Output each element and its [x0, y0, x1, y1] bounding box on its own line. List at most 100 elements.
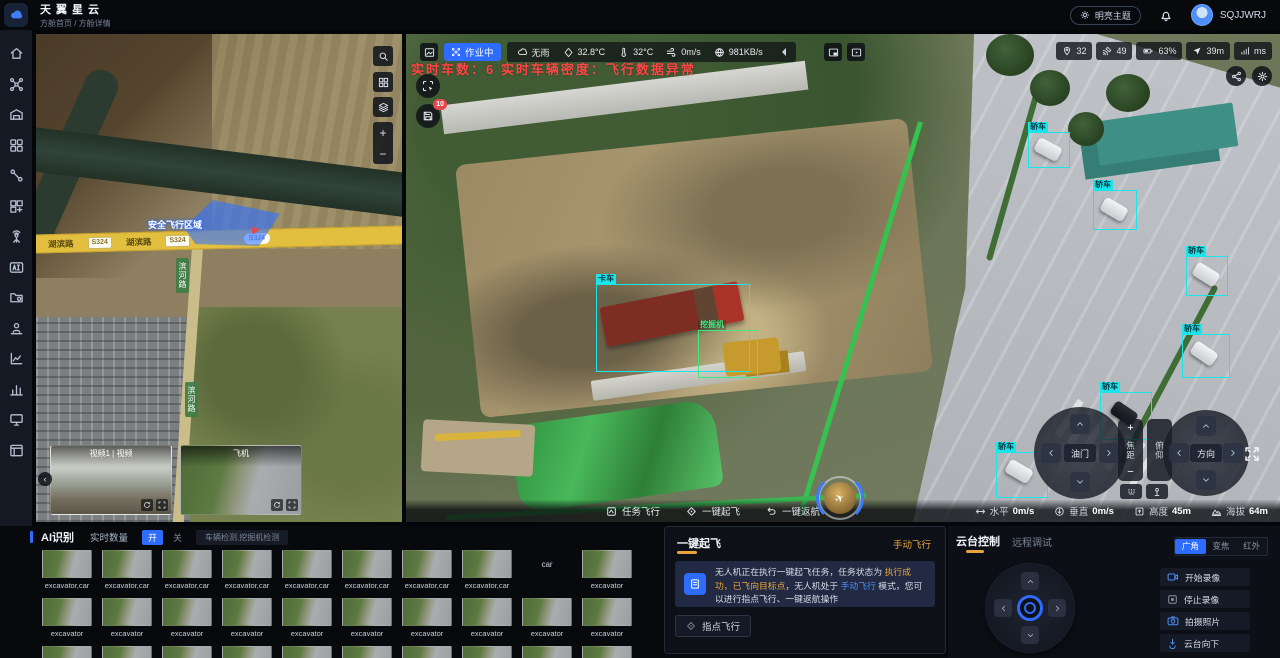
direction-dpad[interactable]: 方向: [1163, 410, 1249, 496]
pip-view-button[interactable]: [824, 43, 842, 61]
gimbal-up-button[interactable]: [1021, 572, 1039, 590]
sidebar-item-statistics[interactable]: [9, 382, 24, 397]
sidebar-item-dock[interactable]: [9, 107, 24, 122]
detection-result-item[interactable]: excavator: [162, 598, 212, 638]
sidebar-item-tasks[interactable]: [9, 351, 24, 366]
collapse-arrow-icon[interactable]: [778, 48, 786, 56]
start-record-button[interactable]: 开始录像: [1160, 568, 1250, 586]
sidebar-item-ai[interactable]: [9, 260, 24, 275]
zoom-out-button[interactable]: −: [1127, 467, 1133, 477]
toggle-on-button[interactable]: 开: [142, 530, 163, 545]
settings-button[interactable]: [1252, 66, 1272, 86]
detection-result-item[interactable]: excavator,car: [102, 550, 152, 590]
gimbal-center-button[interactable]: [1017, 595, 1043, 621]
gimbal-right-button[interactable]: [1048, 599, 1066, 617]
sidebar-item-apps[interactable]: [9, 138, 24, 153]
detection-result-item[interactable]: [102, 646, 152, 658]
saved-captures-button[interactable]: 10: [416, 104, 440, 128]
lens-wide-tab[interactable]: 广角: [1175, 539, 1206, 554]
sidebar-item-blocks[interactable]: [9, 199, 24, 214]
detection-result-item[interactable]: excavator: [42, 598, 92, 638]
map-grid-button[interactable]: [373, 72, 393, 92]
detection-result-item[interactable]: car: [522, 550, 572, 590]
sidebar-item-drone[interactable]: [9, 77, 24, 92]
user-menu[interactable]: SQJJWRJ: [1191, 4, 1266, 26]
detection-result-item[interactable]: excavator: [222, 598, 272, 638]
fullscreen-icon[interactable]: [286, 499, 298, 511]
sidebar-item-route[interactable]: [9, 168, 24, 183]
detection-result-item[interactable]: excavator: [282, 598, 332, 638]
detection-result-item[interactable]: excavator,car: [162, 550, 212, 590]
point-fly-button[interactable]: 指点飞行: [675, 615, 751, 637]
detection-result-item[interactable]: [222, 646, 272, 658]
sidebar-item-network[interactable]: [9, 229, 24, 244]
refresh-icon[interactable]: [271, 499, 283, 511]
sidebar-item-station[interactable]: [9, 321, 24, 336]
detection-result-item[interactable]: excavator: [342, 598, 392, 638]
pan-left-button[interactable]: [1169, 443, 1189, 463]
throttle-dpad[interactable]: 油门: [1034, 407, 1126, 499]
detection-result-item[interactable]: [162, 646, 212, 658]
detection-result-item[interactable]: excavator,car: [342, 550, 392, 590]
sidebar-item-files[interactable]: [9, 290, 24, 305]
drone-video-feed[interactable]: 卡车 挖掘机 轿车 轿车 轿车 轿车 轿车 轿车 作业中 无雨 32.8°C 3…: [406, 34, 1280, 522]
zoom-in-button[interactable]: +: [1127, 423, 1133, 433]
lens-zoom-tab[interactable]: 变焦: [1206, 539, 1237, 554]
sidebar-item-devices[interactable]: [9, 412, 24, 427]
throttle-down-button[interactable]: [1070, 472, 1090, 492]
one-key-takeoff-button[interactable]: 一键起飞: [686, 504, 740, 518]
joystick-button[interactable]: [1146, 484, 1168, 499]
take-photo-button[interactable]: 拍摄照片: [1160, 612, 1250, 630]
detection-result-item[interactable]: excavator,car: [402, 550, 452, 590]
fullscreen-icon[interactable]: [156, 499, 168, 511]
virtual-keys-button[interactable]: [1120, 484, 1142, 499]
detection-result-item[interactable]: excavator: [582, 598, 632, 638]
frame-capture-button[interactable]: [416, 74, 440, 98]
sidebar-item-board[interactable]: [9, 443, 24, 458]
detection-result-item[interactable]: excavator,car: [282, 550, 332, 590]
map-canvas[interactable]: 湖滨路 S324 湖滨路 S324 S324 滨河路 滨河路 安全飞行区域 + …: [36, 34, 402, 522]
notification-bell-icon[interactable]: [1159, 8, 1173, 22]
tab-remote-debug[interactable]: 远程调试: [1012, 534, 1052, 549]
pitch-up-button[interactable]: [1196, 416, 1216, 436]
breadcrumb[interactable]: 方舱首页 / 方舱详情: [40, 18, 111, 29]
detection-result-item[interactable]: excavator: [582, 550, 632, 590]
map-search-button[interactable]: [373, 46, 393, 66]
refresh-icon[interactable]: [141, 499, 153, 511]
detection-result-item[interactable]: excavator: [102, 598, 152, 638]
map-layers-button[interactable]: [373, 97, 393, 117]
detection-result-item[interactable]: [282, 646, 332, 658]
fullscreen-button[interactable]: [1244, 446, 1260, 462]
detection-result-item[interactable]: excavator,car: [222, 550, 272, 590]
return-home-button[interactable]: 一键返航: [766, 504, 820, 518]
sidebar-item-home[interactable]: [9, 46, 24, 61]
detection-result-item[interactable]: excavator: [462, 598, 512, 638]
playback-button[interactable]: [847, 43, 865, 61]
yaw-left-button[interactable]: [1041, 443, 1061, 463]
detection-filter-pill[interactable]: 车辆检测,挖掘机检测: [196, 530, 288, 545]
lens-ir-tab[interactable]: 红外: [1236, 539, 1267, 554]
zoom-slider[interactable]: + 焦距 −: [1118, 419, 1143, 481]
detection-result-item[interactable]: [42, 646, 92, 658]
detection-result-item[interactable]: excavator,car: [42, 550, 92, 590]
stop-record-button[interactable]: 停止录像: [1160, 590, 1250, 608]
mission-flight-button[interactable]: 任务飞行: [606, 504, 660, 518]
video-preview-card[interactable]: 视频1 | 视频: [50, 445, 172, 515]
toggle-off-button[interactable]: 关: [173, 531, 182, 544]
zoom-in-button[interactable]: +: [379, 126, 386, 140]
detection-result-item[interactable]: excavator: [402, 598, 452, 638]
gimbal-point-down-button[interactable]: 云台向下: [1160, 634, 1250, 652]
detection-result-item[interactable]: excavator,car: [462, 550, 512, 590]
pitch-down-button[interactable]: [1196, 470, 1216, 490]
detection-result-item[interactable]: [522, 646, 572, 658]
pan-right-button[interactable]: [1223, 443, 1243, 463]
yaw-right-button[interactable]: [1099, 443, 1119, 463]
detection-result-item[interactable]: excavator: [522, 598, 572, 638]
gimbal-dpad[interactable]: [986, 564, 1074, 652]
theme-toggle-button[interactable]: 明亮主题: [1070, 6, 1141, 25]
zoom-out-button[interactable]: −: [379, 147, 386, 161]
gimbal-down-button[interactable]: [1021, 626, 1039, 644]
video-carousel-prev-button[interactable]: ‹: [38, 472, 52, 486]
gimbal-left-button[interactable]: [994, 599, 1012, 617]
detection-result-item[interactable]: [402, 646, 452, 658]
